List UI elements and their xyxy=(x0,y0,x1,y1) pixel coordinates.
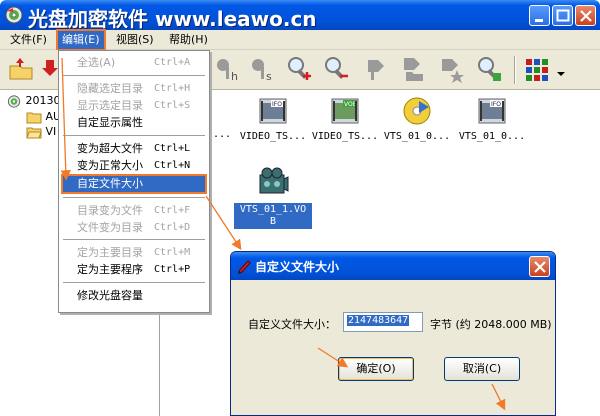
menu-item-display-props[interactable]: 自定显示属性 xyxy=(61,113,207,133)
menu-item-custom-size[interactable]: 自定文件大小 xyxy=(61,174,207,194)
dialog-close-button[interactable] xyxy=(529,256,550,277)
folder-tag-icon[interactable] xyxy=(396,54,426,84)
window-title: 光盘加密软件 www.leawo.cn xyxy=(28,7,317,31)
minimize-button[interactable] xyxy=(529,5,550,26)
menu-item-file-to-dir[interactable]: 文件变为目录 Ctrl+D xyxy=(61,218,207,238)
custom-size-dialog: 自定义文件大小 自定义文件大小： 2147483647 字节 (约 2048.0… xyxy=(230,251,556,416)
menu-edit[interactable]: 编辑(E) xyxy=(56,29,106,51)
tree-item-vi[interactable]: VI xyxy=(26,124,56,140)
file-item[interactable]: VOB VIDEO_TS... xyxy=(306,95,384,143)
zoom-in-icon[interactable] xyxy=(284,54,314,84)
size-bytes-text: 字节 (约 2048.000 MB) xyxy=(430,318,552,331)
file-item[interactable]: IFO VIDEO_TS... xyxy=(234,95,312,143)
toolbar-separator xyxy=(514,56,516,84)
close-icon xyxy=(534,261,546,273)
dialog-title-bar: 自定义文件大小 xyxy=(231,252,555,280)
dialog-title: 自定义文件大小 xyxy=(255,260,340,274)
key-h-icon[interactable]: h xyxy=(212,54,242,84)
file-item[interactable]: VTS_01_0... xyxy=(378,95,456,143)
menu-item-make-normal[interactable]: 变为正常大小 Ctrl+N xyxy=(61,156,207,176)
svg-text:h: h xyxy=(231,70,238,83)
up-folder-icon[interactable] xyxy=(6,54,36,84)
vob-file-icon: VOB xyxy=(331,98,359,124)
file-name: VIDEO_TS... xyxy=(311,131,379,142)
menu-separator xyxy=(63,239,205,241)
file-name: VTS_01_0... xyxy=(458,131,526,142)
folder-icon xyxy=(26,112,42,123)
tree-item-label: VI xyxy=(45,125,57,138)
maximize-icon xyxy=(556,9,570,22)
key-s-icon[interactable]: s xyxy=(247,54,277,84)
menu-bar: 文件(F) 编辑(E) 视图(S) 帮助(H) xyxy=(0,29,600,51)
menu-view[interactable]: 视图(S) xyxy=(112,31,158,49)
ok-button[interactable]: 确定(O) xyxy=(338,357,414,381)
menu-item-main-program[interactable]: 定为主要程序 Ctrl+P xyxy=(61,260,207,280)
menu-separator xyxy=(63,197,205,199)
menu-separator xyxy=(63,282,205,284)
svg-text:s: s xyxy=(266,70,272,83)
file-name: VTS_01_1.VO B xyxy=(234,203,312,229)
tag-icon[interactable] xyxy=(360,54,390,84)
file-item-selected[interactable]: VTS_01_1.VO B xyxy=(234,167,312,229)
size-field-label: 自定义文件大小： xyxy=(248,318,336,331)
disc-file-icon xyxy=(403,97,431,125)
svg-text:IFO: IFO xyxy=(272,101,282,108)
star-tag-icon[interactable] xyxy=(436,54,466,84)
zoom-out-icon[interactable] xyxy=(321,54,351,84)
menu-separator xyxy=(63,75,205,77)
close-icon xyxy=(580,10,592,22)
file-item[interactable]: IFO VTS_01_0... xyxy=(453,95,531,143)
app-disc-icon xyxy=(5,6,23,24)
edit-menu-dropdown: 全选(A) Ctrl+A 隐藏选定目录 Ctrl+H 显示选定目录 Ctrl+S 自定… xyxy=(58,50,210,313)
grid-view-icon[interactable] xyxy=(522,54,552,84)
ifo-file-icon: IFO xyxy=(478,98,506,124)
zoom-ok-icon[interactable] xyxy=(474,54,504,84)
ifo-file-icon: IFO xyxy=(259,98,287,124)
disc-icon xyxy=(7,94,21,108)
svg-text:VOB: VOB xyxy=(344,101,357,108)
file-name: VTS_01_0... xyxy=(383,131,451,142)
close-button[interactable] xyxy=(575,5,596,26)
maximize-button[interactable] xyxy=(552,5,573,26)
open-folder-icon xyxy=(26,127,42,138)
size-input[interactable]: 2147483647 xyxy=(343,312,423,332)
title-bar: 光盘加密软件 www.leawo.cn xyxy=(0,0,600,31)
size-input-value: 2147483647 xyxy=(347,315,410,326)
pen-icon xyxy=(238,260,251,274)
menu-help[interactable]: 帮助(H) xyxy=(165,31,212,49)
svg-text:IFO: IFO xyxy=(491,101,501,108)
menu-separator xyxy=(63,135,205,137)
cancel-button[interactable]: 取消(C) xyxy=(444,357,520,381)
menu-file[interactable]: 文件(F) xyxy=(6,31,51,49)
minimize-icon xyxy=(535,19,543,22)
file-name: VIDEO_TS... xyxy=(239,131,307,142)
film-file-icon xyxy=(259,167,289,194)
tree-item-au[interactable]: AU xyxy=(26,109,61,125)
menu-item-disc-capacity[interactable]: 修改光盘容量 xyxy=(61,286,207,306)
menu-item-select-all[interactable]: 全选(A) Ctrl+A xyxy=(61,53,207,73)
dropdown-arrow-icon[interactable] xyxy=(554,54,568,84)
